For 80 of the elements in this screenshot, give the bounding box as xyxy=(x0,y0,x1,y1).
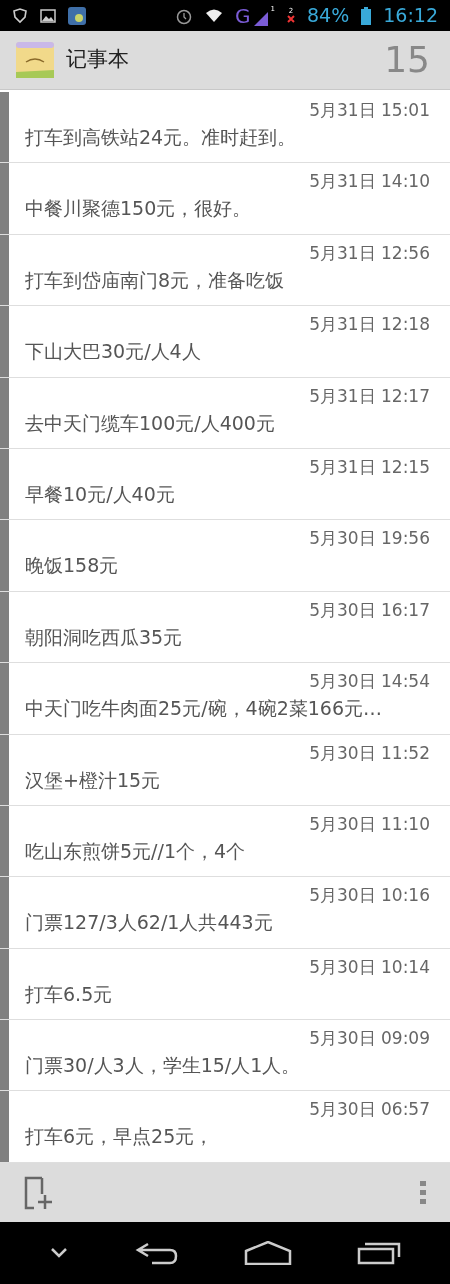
note-item[interactable]: 5月30日 19:56 晚饭158元 xyxy=(0,520,450,592)
note-time: 5月31日 14:10 xyxy=(309,170,430,194)
clock: 16:12 xyxy=(383,3,438,29)
note-text: 门票127/3人62/1人共443元 xyxy=(25,910,274,936)
network-type: G xyxy=(235,5,251,26)
shield-icon xyxy=(12,7,28,24)
color-stripe xyxy=(0,663,9,734)
note-item[interactable]: 5月30日 16:17 朝阳洞吃西瓜35元 xyxy=(0,591,450,664)
note-time: 5月30日 19:56 xyxy=(309,527,430,551)
note-item[interactable]: 5月30日 06:57 打车6元，早点25元， xyxy=(0,1091,450,1163)
wifi-icon xyxy=(205,8,224,23)
note-time: 5月31日 12:15 xyxy=(309,455,430,479)
color-stripe xyxy=(0,591,9,663)
recent-apps-icon[interactable] xyxy=(357,1241,402,1265)
app-icon xyxy=(68,6,86,25)
note-text: 打车6.5元 xyxy=(25,981,114,1007)
chevron-down-icon[interactable] xyxy=(48,1247,69,1259)
note-text: 汉堡+橙汁15元 xyxy=(25,767,162,793)
note-time: 5月30日 11:52 xyxy=(309,741,430,765)
note-count: 15 xyxy=(384,38,431,82)
note-time: 5月30日 10:16 xyxy=(309,884,430,908)
note-time: 5月30日 09:09 xyxy=(309,1027,430,1051)
note-text: 晚饭158元 xyxy=(25,553,120,579)
color-stripe xyxy=(0,163,9,234)
note-item[interactable]: 5月31日 15:01 打车到高铁站24元。准时赶到。 xyxy=(0,92,450,164)
note-text: 去中天门缆车100元/人400元 xyxy=(25,410,276,436)
color-stripe xyxy=(0,1091,9,1162)
overflow-menu-button[interactable] xyxy=(420,1180,426,1205)
note-item[interactable]: 5月31日 12:17 去中天门缆车100元/人400元 xyxy=(0,377,450,449)
color-stripe xyxy=(0,234,9,306)
note-item[interactable]: 5月31日 12:56 打车到岱庙南门8元，准备吃饭 xyxy=(0,234,450,307)
note-item[interactable]: 5月30日 09:09 门票30/人3人，学生15/人1人。 xyxy=(0,1020,450,1092)
note-time: 5月31日 15:01 xyxy=(309,99,430,122)
note-time: 5月30日 16:17 xyxy=(309,598,430,622)
color-stripe xyxy=(0,948,9,1020)
app-title: 记事本 xyxy=(66,46,130,74)
new-note-icon xyxy=(24,1175,54,1210)
color-stripe xyxy=(0,520,9,591)
note-time: 5月31日 12:56 xyxy=(309,241,430,265)
more-icon xyxy=(420,1180,426,1205)
note-text: 中天门吃牛肉面25元/碗，4碗2菜166元… xyxy=(25,696,384,722)
note-item[interactable]: 5月30日 10:16 门票127/3人62/1人共443元 xyxy=(0,877,450,949)
new-note-button[interactable] xyxy=(24,1175,54,1210)
color-stripe xyxy=(0,306,9,377)
note-text: 下山大巴30元/人4人 xyxy=(25,339,202,365)
back-icon[interactable] xyxy=(134,1241,179,1265)
note-text: 早餐10元/人40元 xyxy=(25,481,176,507)
note-text: 朝阳洞吃西瓜35元 xyxy=(25,624,184,650)
note-text: 打车6元，早点25元， xyxy=(25,1124,215,1150)
note-time: 5月31日 12:17 xyxy=(309,384,430,408)
color-stripe xyxy=(0,877,9,948)
note-item[interactable]: 5月30日 11:52 汉堡+橙汁15元 xyxy=(0,734,450,806)
note-time: 5月31日 12:18 xyxy=(309,313,430,337)
notepad-icon xyxy=(16,42,54,78)
color-stripe xyxy=(0,734,9,805)
note-time: 5月30日 10:14 xyxy=(309,955,430,979)
note-item[interactable]: 5月31日 14:10 中餐川聚德150元，很好。 xyxy=(0,163,450,235)
note-text: 门票30/人3人，学生15/人1人。 xyxy=(25,1053,302,1079)
note-item[interactable]: 5月30日 10:14 打车6.5元 xyxy=(0,948,450,1021)
note-item[interactable]: 5月31日 12:15 早餐10元/人40元 xyxy=(0,448,450,521)
color-stripe xyxy=(0,448,9,520)
note-text: 中餐川聚德150元，很好。 xyxy=(25,196,253,222)
note-text: 打车到岱庙南门8元，准备吃饭 xyxy=(25,267,286,293)
note-item[interactable]: 5月30日 14:54 中天门吃牛肉面25元/碗，4碗2菜166元… xyxy=(0,663,450,735)
note-text: 打车到高铁站24元。准时赶到。 xyxy=(25,125,298,150)
note-time: 5月30日 11:10 xyxy=(309,812,430,836)
color-stripe xyxy=(0,1020,9,1091)
color-stripe xyxy=(0,92,9,163)
home-icon[interactable] xyxy=(243,1241,292,1265)
battery-icon xyxy=(361,6,372,25)
no-signal-icon xyxy=(287,15,295,23)
note-item[interactable]: 5月30日 11:10 吃山东煎饼5元//1个，4个 xyxy=(0,805,450,878)
color-stripe xyxy=(0,805,9,877)
color-stripe xyxy=(0,377,9,448)
note-time: 5月30日 06:57 xyxy=(309,1098,430,1122)
image-icon xyxy=(40,8,56,23)
battery-percent: 84% xyxy=(307,3,350,29)
note-item[interactable]: 5月31日 12:18 下山大巴30元/人4人 xyxy=(0,306,450,378)
note-text: 吃山东煎饼5元//1个，4个 xyxy=(25,838,247,864)
note-time: 5月30日 14:54 xyxy=(309,670,430,694)
